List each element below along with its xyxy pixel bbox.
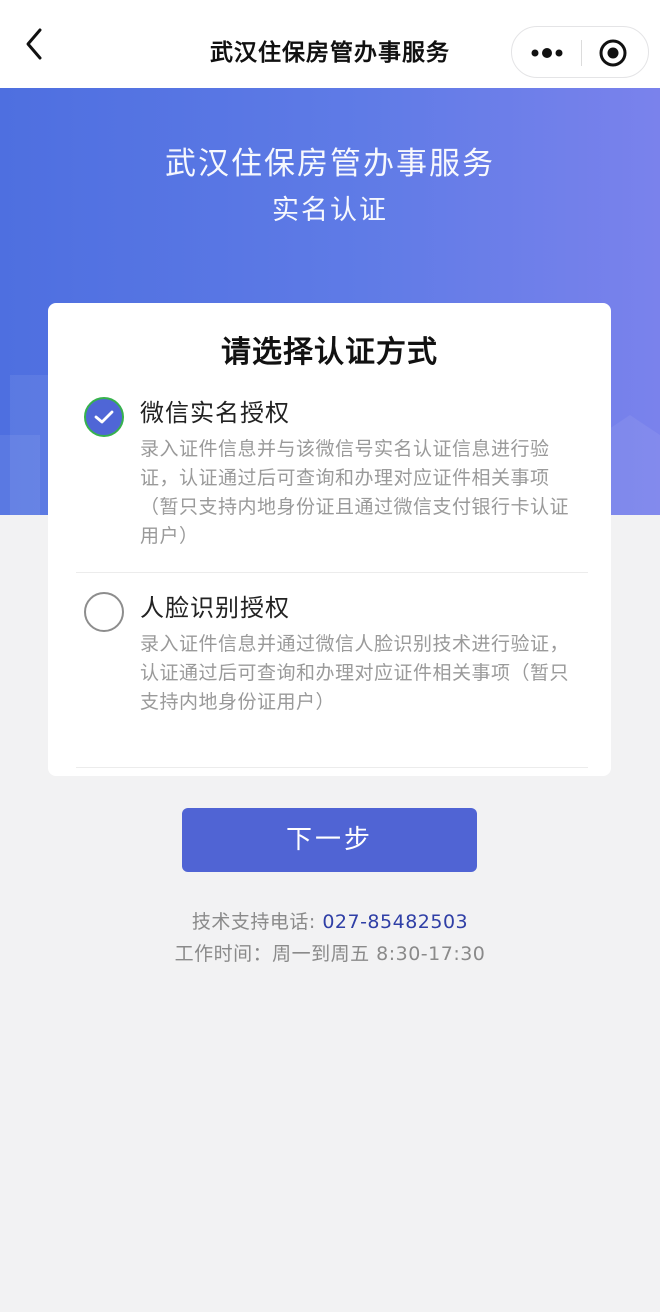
option-description: 录入证件信息并通过微信人脸识别技术进行验证，认证通过后可查询和办理对应证件相关事… [140,633,570,713]
mini-program-capsule [511,26,649,78]
option-title: 人脸识别授权 [140,594,290,622]
hero-title: 武汉住保房管办事服务 [165,146,495,182]
divider [76,572,588,573]
check-icon [94,410,114,424]
navigation-bar: 武汉住保房管办事服务 [0,0,660,88]
support-phone-line: 技术支持电话: 027-85482503 [0,907,660,934]
radio-unchecked[interactable] [84,592,124,632]
next-step-button[interactable]: 下一步 [182,808,477,872]
support-phone-label: 技术支持电话: [191,911,323,933]
auth-method-card: 请选择认证方式 微信实名授权 录入证件信息并与该微信号实名认证信息进行验证，认证… [48,303,611,776]
working-hours: 工作时间：周一到周五 8:30-17:30 [174,943,486,965]
target-circle-icon[interactable] [598,38,628,68]
divider [76,767,588,768]
page: 武汉住保房管办事服务 武汉住保房管办事服务 实名认证 请选择认证方式 微信实名授… [0,0,660,1312]
option-title: 微信实名授权 [140,399,290,427]
more-dots-icon[interactable] [530,43,564,63]
option-face-auth[interactable]: 人脸识别授权 录入证件信息并通过微信人脸识别技术进行验证，认证通过后可查询和办理… [48,588,611,758]
card-title: 请选择认证方式 [221,335,438,370]
support-phone-link[interactable]: 027-85482503 [322,911,468,933]
option-description: 录入证件信息并与该微信号实名认证信息进行验证，认证通过后可查询和办理对应证件相关… [140,438,570,547]
capsule-divider [581,40,582,66]
option-wechat-auth[interactable]: 微信实名授权 录入证件信息并与该微信号实名认证信息进行验证，认证通过后可查询和办… [48,393,611,573]
hero-subtitle: 实名认证 [272,195,388,226]
radio-checked[interactable] [84,397,124,437]
